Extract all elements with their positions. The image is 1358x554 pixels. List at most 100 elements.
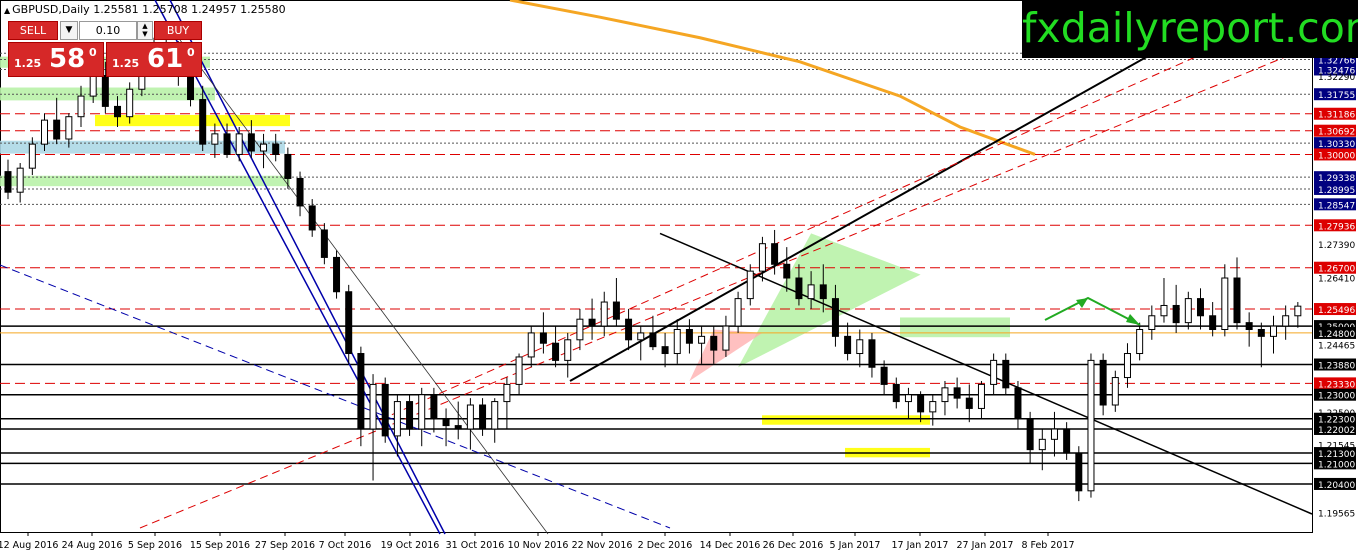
candle-body [1196,298,1204,317]
x-tick-label: 10 Nov 2016 [508,540,569,551]
candle-body [1221,277,1229,330]
candle-body [187,75,195,101]
candle-body [211,133,219,145]
candle-body [223,133,231,155]
candle-body [369,383,377,430]
buy-quote-prefix: 1.25 [112,57,140,70]
triangle-icon: ▲ [4,6,11,15]
chevron-down-icon[interactable]: ▼ [60,21,78,40]
candle-body [284,153,292,179]
candle-body [491,401,499,430]
price-tag-label: 1.23000 [1318,392,1355,402]
price-tag-label: 1.27936 [1318,222,1355,232]
y-tick-label: 1.19565 [1318,510,1355,520]
candle-body [844,335,852,355]
lot-spinner[interactable]: ▲ ▼ [137,21,153,40]
price-tag-label: 1.21000 [1318,460,1355,470]
y-tick-label: 1.27390 [1318,241,1355,251]
symbol-line: GBPUSD,Daily 1.25581 1.25708 1.24957 1.2… [12,3,286,16]
candle-body [1123,353,1131,379]
candle-body [1050,428,1058,440]
candle-body [1209,315,1217,330]
x-tick-label: 8 Feb 2017 [1021,540,1074,551]
candle-body [576,318,584,341]
one-click-trading-panel: SELL ▼ 0.10 ▲ ▼ BUY 1.25 58 0 1.25 61 0 [5,18,202,77]
price-tag-label: 1.23880 [1318,362,1355,372]
y-tick-label: 1.21545 [1318,442,1355,452]
candle-body [454,425,462,430]
candle-body [795,277,803,300]
candle-body [16,167,24,193]
price-tag-label: 1.20400 [1318,481,1355,491]
x-tick-label: 12 Aug 2016 [0,540,58,551]
candle-body [1002,359,1010,389]
y-tick-label: 1.26410 [1318,275,1355,285]
candle-body [722,325,730,351]
candle-body [430,394,438,420]
candle-body [4,171,12,193]
candle-body [831,298,839,337]
price-tag-label: 1.24800 [1318,330,1355,340]
candle-body [1038,438,1046,451]
sell-quote-prefix: 1.25 [14,57,42,70]
candle-body [345,291,353,355]
candle-body [746,270,754,300]
candle-body [929,401,937,413]
candle-body [1269,325,1277,337]
candle-body [637,332,645,341]
candle-body [965,397,973,409]
candle-body [904,394,912,403]
candle-body [600,301,608,327]
price-tag-label: 1.30692 [1318,128,1355,138]
price-tag-label: 1.31186 [1318,111,1355,121]
candle-body [1014,387,1022,420]
buy-quote-fraction: 0 [187,46,195,59]
candle-body [393,401,401,437]
candle-body [260,143,268,152]
candle-body [661,346,669,355]
candle-body [539,332,547,344]
candle-body [856,339,864,355]
x-tick-label: 17 Jan 2017 [892,540,949,551]
candle-body [381,383,389,437]
x-tick-label: 5 Jan 2017 [830,540,881,551]
candle-body [418,394,426,430]
sell-quote[interactable]: 1.25 58 0 [8,42,104,77]
candle-body [442,418,450,427]
candle-body [320,229,328,258]
sell-button[interactable]: SELL [8,21,58,40]
candle-body [953,387,961,399]
candle-body [114,105,122,118]
candle-body [272,143,280,155]
candle-body [1136,328,1144,355]
candle-body [41,119,49,145]
price-chart: 1.329491.327661.324761.317551.311861.306… [0,0,1356,551]
candle-body [357,353,365,430]
buy-button[interactable]: BUY [154,21,202,40]
candle-body [783,263,791,279]
candle-body [880,366,888,385]
candle-body [479,404,487,430]
candle-body [612,301,620,320]
candle-body [1245,322,1253,330]
candle-body [65,116,73,140]
price-tag-label: 1.22002 [1318,426,1355,436]
x-tick-label: 31 Oct 2016 [446,540,505,551]
candle-body [503,383,511,403]
candle-body [308,205,316,231]
candle-body [710,335,718,351]
candle-body [977,383,985,409]
candle-body [406,401,414,430]
candle-body [28,143,36,169]
candle-body [527,332,535,358]
buy-quote[interactable]: 1.25 61 0 [106,42,202,77]
candle-body [564,339,572,361]
x-tick-label: 15 Sep 2016 [190,540,250,551]
x-tick-label: 7 Oct 2016 [319,540,372,551]
price-tag-label: 1.29338 [1318,174,1355,184]
candle-body [199,99,207,145]
candle-body [515,356,523,385]
lot-size-input[interactable]: 0.10 [79,21,137,40]
x-tick-label: 27 Sep 2016 [255,540,315,551]
candle-body [892,383,900,403]
